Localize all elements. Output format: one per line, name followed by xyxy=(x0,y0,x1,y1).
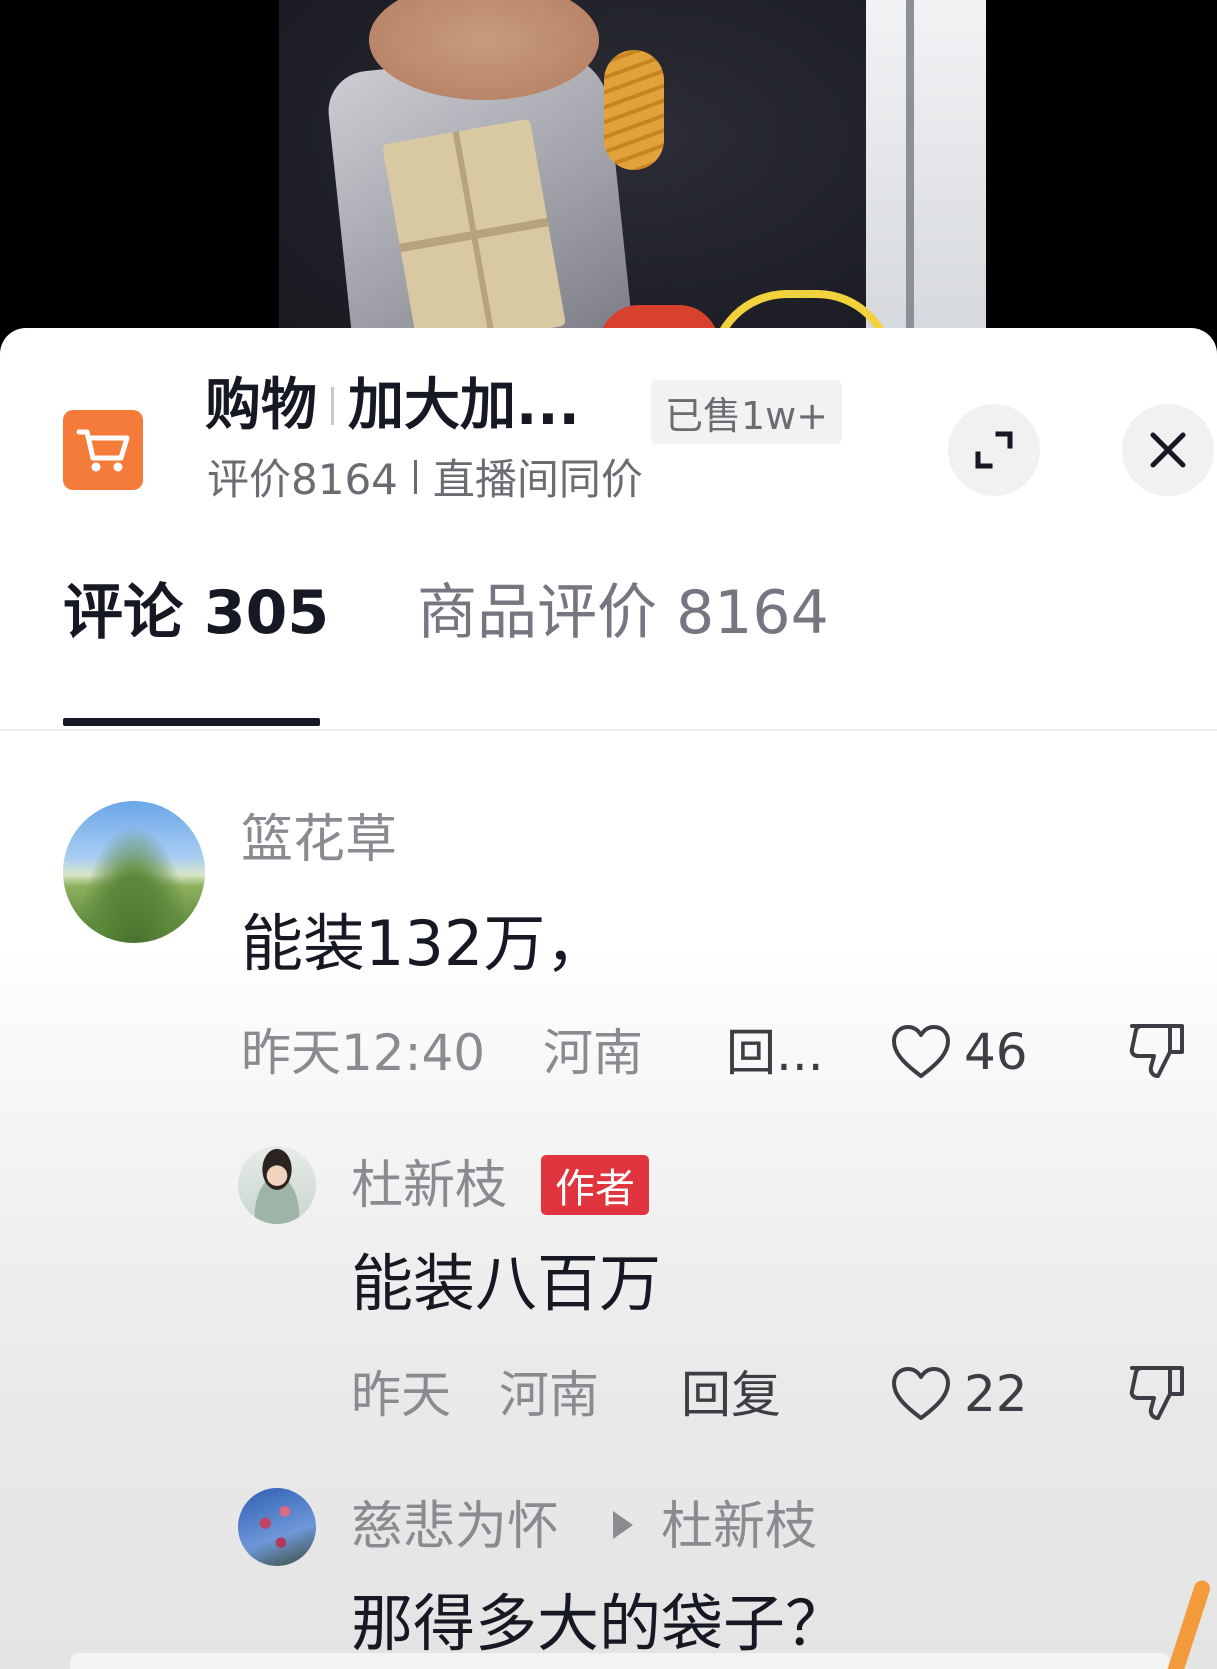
author-badge: 作者 xyxy=(541,1155,649,1215)
video-background-window xyxy=(866,0,986,340)
heart-icon xyxy=(892,1025,950,1078)
comment-sheet: 购物 加大加... 已售1w+ 评价8164 直播间同价 评论 305 商品评价… xyxy=(0,328,1217,1669)
reply-button[interactable]: 回复 xyxy=(681,1370,781,1420)
price-note: 直播间同价 xyxy=(432,455,643,504)
reply-to-username[interactable]: 杜新枝 xyxy=(661,1501,817,1553)
avatar[interactable] xyxy=(63,801,205,943)
comment-username[interactable]: 篮花草 xyxy=(241,814,397,866)
expand-icon xyxy=(975,431,1013,469)
reply-to-arrow-icon xyxy=(613,1511,633,1539)
video-bracelet xyxy=(604,50,664,170)
active-tab-indicator xyxy=(63,718,320,726)
video-player[interactable] xyxy=(0,0,1217,340)
video-frame xyxy=(279,0,986,340)
reply-username[interactable]: 杜新枝 xyxy=(351,1160,507,1212)
tab-product-reviews[interactable]: 商品评价 8164 xyxy=(417,568,829,658)
close-button[interactable] xyxy=(1122,404,1214,496)
comment-input-bar[interactable] xyxy=(70,1653,1170,1669)
app-screen: 购物 加大加... 已售1w+ 评价8164 直播间同价 评论 305 商品评价… xyxy=(0,0,1217,1669)
sold-count-badge: 已售1w+ xyxy=(651,380,843,444)
comment-location: 河南 xyxy=(543,1024,643,1082)
dislike-button[interactable] xyxy=(1128,1362,1186,1426)
reply-location: 河南 xyxy=(499,1366,599,1424)
product-title-prefix: 购物 xyxy=(205,373,317,438)
avatar[interactable] xyxy=(238,1488,316,1566)
close-icon xyxy=(1150,432,1186,468)
scroll-indicator xyxy=(1159,1578,1213,1669)
thumbs-down-icon xyxy=(1129,1366,1184,1420)
product-title-name: 加大加... xyxy=(348,373,580,438)
comment-text: 能装132万， xyxy=(241,907,608,980)
tab-divider xyxy=(0,729,1217,731)
heart-icon xyxy=(892,1367,950,1420)
tab-comments[interactable]: 评论 305 xyxy=(63,568,329,658)
reply-text: 那得多大的袋子？ xyxy=(351,1587,848,1660)
title-separator xyxy=(331,387,334,425)
reply-time: 昨天 xyxy=(351,1366,451,1424)
like-button[interactable]: 22 xyxy=(890,1366,1028,1422)
rating-count: 评价8164 xyxy=(207,455,398,504)
product-subtitle: 评价8164 直播间同价 xyxy=(207,446,643,507)
thumbs-down-icon xyxy=(1129,1024,1184,1078)
like-count: 22 xyxy=(964,1365,1028,1423)
product-title[interactable]: 购物 加大加... xyxy=(205,378,580,434)
like-button[interactable]: 46 xyxy=(890,1024,1028,1080)
comment-time: 昨天12:40 xyxy=(241,1024,486,1082)
avatar[interactable] xyxy=(238,1146,316,1224)
reply-username[interactable]: 慈悲为怀 xyxy=(351,1501,559,1553)
reply-text: 能装八百万 xyxy=(351,1247,662,1320)
expand-button[interactable] xyxy=(948,404,1040,496)
dislike-button[interactable] xyxy=(1128,1020,1186,1084)
reply-button[interactable]: 回... xyxy=(726,1028,824,1078)
tab-bar: 评论 305 商品评价 8164 xyxy=(0,568,1217,658)
like-count: 46 xyxy=(964,1023,1028,1081)
subtitle-separator xyxy=(413,459,417,494)
shopping-cart-icon[interactable] xyxy=(63,410,143,490)
